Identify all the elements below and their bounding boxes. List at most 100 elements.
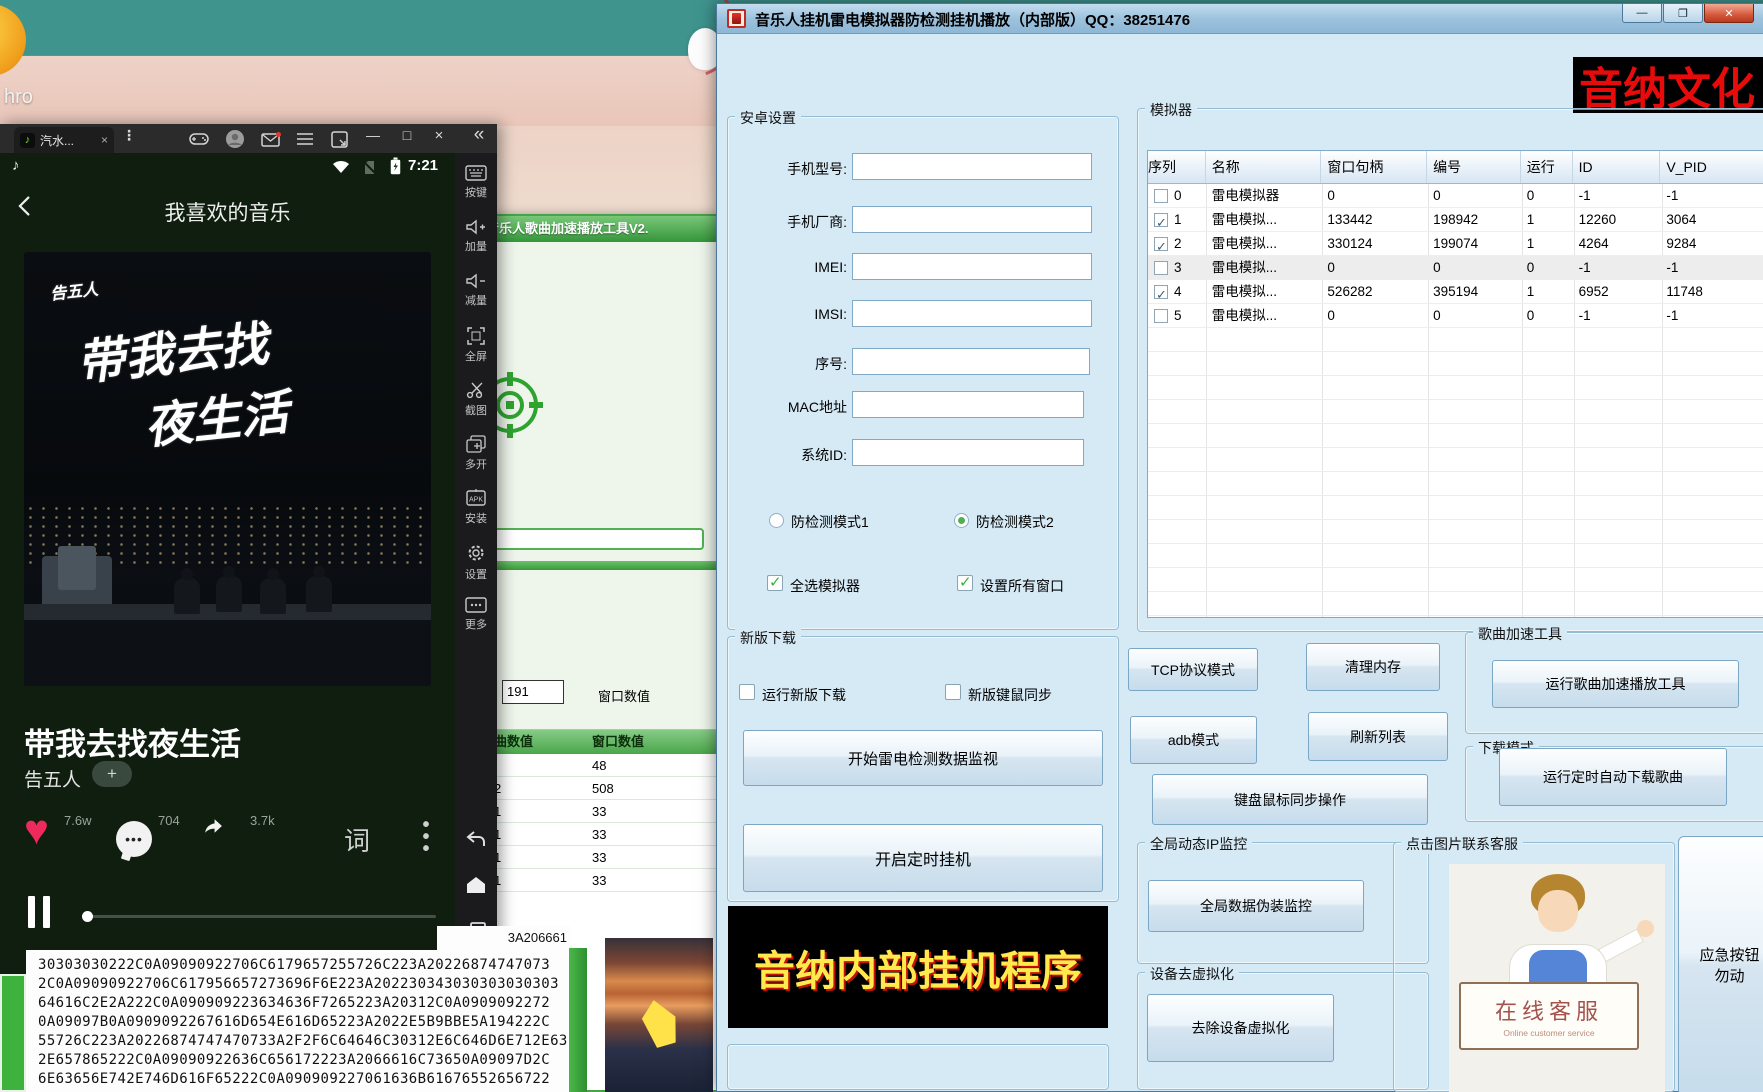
sidebar-item-fullscreen[interactable]: 全屏 — [455, 327, 497, 377]
contact-service-label: 点击图片联系客服 — [1401, 834, 1523, 854]
nav-back-icon[interactable] — [455, 829, 497, 863]
maximize-button[interactable]: ❐ — [1663, 4, 1703, 23]
tab-title: 汽水... — [40, 132, 96, 149]
figure-silhouette — [260, 578, 286, 614]
row-checkbox[interactable] — [1154, 309, 1168, 323]
lyrics-button[interactable]: 词 — [344, 821, 370, 858]
set-all-windows-checkbox[interactable] — [957, 575, 973, 591]
count-input[interactable]: 191 — [502, 680, 564, 704]
run-new-download-label[interactable]: 运行新版下载 — [762, 685, 846, 705]
imei-input[interactable] — [852, 253, 1092, 280]
anti-detect-mode2-label[interactable]: 防检测模式2 — [976, 512, 1054, 532]
artist-name[interactable]: 告五人 — [24, 765, 81, 792]
row-checkbox[interactable] — [1154, 213, 1168, 227]
set-all-windows-label[interactable]: 设置所有窗口 — [980, 576, 1064, 596]
collapse-sidebar-icon[interactable]: « — [468, 124, 490, 146]
select-all-emulators-checkbox[interactable] — [767, 575, 783, 591]
follow-artist-button[interactable]: + — [92, 761, 132, 787]
keymouse-sync-button[interactable]: 键盘鼠标同步操作 — [1152, 774, 1428, 825]
row-checkbox[interactable] — [1154, 261, 1168, 275]
maximize-icon[interactable]: □ — [396, 127, 418, 143]
more-options-icon[interactable]: ••• — [420, 819, 432, 855]
auto-download-button[interactable]: 运行定时自动下载歌曲 — [1499, 748, 1727, 806]
customer-service-image[interactable]: 在线客服 Online customer service — [1449, 864, 1665, 1092]
phone-model-input[interactable] — [852, 153, 1092, 180]
emulator-row-1[interactable]: 1 雷电模拟... 133442 198942 1 12260 3064 — [1148, 208, 1763, 232]
emulator-row-5[interactable]: 5 雷电模拟... 0 0 0 -1 -1 — [1148, 304, 1763, 328]
sidebar-item-multi-instance[interactable]: 多开 — [455, 435, 497, 485]
select-all-emulators-label[interactable]: 全选模拟器 — [790, 576, 860, 596]
main-titlebar[interactable]: 音乐人挂机雷电模拟器防检测挂机播放（内部版）QQ：38251476 — ❐ ✕ — [717, 4, 1763, 34]
row-checkbox[interactable] — [1154, 189, 1168, 203]
serial-input[interactable] — [852, 348, 1090, 375]
hamburger-menu-icon[interactable] — [294, 128, 316, 150]
album-art[interactable]: 告五人 带我去找 夜生活 — [24, 252, 431, 686]
run-song-speed-button[interactable]: 运行歌曲加速播放工具 — [1492, 660, 1739, 708]
green-scrollbar-left[interactable] — [0, 974, 26, 1092]
mac-address-input[interactable] — [852, 391, 1084, 418]
app-tab[interactable]: ♪ 汽水... × — [14, 127, 114, 153]
progress-knob[interactable] — [82, 911, 93, 922]
window-title: 音乐人挂机雷电模拟器防检测挂机播放（内部版）QQ：38251476 — [755, 9, 1190, 30]
emulator-row-0[interactable]: 0 雷电模拟器 0 0 0 -1 -1 — [1148, 184, 1763, 208]
song-speed-label: 歌曲加速工具 — [1473, 624, 1567, 644]
devirtualize-button[interactable]: 去除设备虚拟化 — [1147, 994, 1334, 1062]
hex-dump-window[interactable]: 30303030222C0A09090922706C6179657255726C… — [26, 950, 571, 1092]
sidebar-item-install-apk[interactable]: APK 安装 — [455, 489, 497, 539]
emergency-button[interactable]: 应急按钮 勿动 — [1678, 836, 1763, 1092]
account-avatar-icon[interactable] — [224, 128, 246, 150]
sidebar-item-settings[interactable]: 设置 — [455, 543, 497, 593]
new-keymouse-sync-label[interactable]: 新版键鼠同步 — [968, 685, 1052, 705]
nav-home-icon[interactable] — [455, 875, 497, 909]
comment-icon[interactable]: ••• — [116, 821, 152, 857]
adb-mode-button[interactable]: adb模式 — [1130, 716, 1257, 764]
system-id-label: 系统ID: — [727, 445, 847, 465]
row-checkbox[interactable] — [1154, 285, 1168, 299]
start-timer-hangup-button[interactable]: 开启定时挂机 — [743, 824, 1103, 892]
emulator-table[interactable]: 序列 名称 窗口句柄 编号 运行 ID V_PID 0 雷电模拟器 0 0 0 … — [1147, 150, 1763, 618]
hex-line: 6E63656E742E746D616F65222C0A090909227061… — [26, 1070, 571, 1089]
mail-icon[interactable] — [260, 128, 282, 150]
green-scrollbar-right[interactable] — [569, 948, 587, 1092]
close-button[interactable]: ✕ — [1704, 4, 1754, 23]
anti-detect-mode2-radio[interactable] — [954, 513, 969, 528]
new-keymouse-sync-checkbox[interactable] — [945, 684, 961, 700]
minimize-icon[interactable]: — — [362, 127, 384, 143]
resize-window-icon[interactable] — [328, 128, 350, 150]
start-detect-monitor-button[interactable]: 开始雷电检测数据监视 — [743, 730, 1103, 786]
anti-detect-mode1-radio[interactable] — [769, 513, 784, 528]
sidebar-item-volume-down[interactable]: 减量 — [455, 273, 497, 323]
sidebar-item-screenshot[interactable]: 截图 — [455, 381, 497, 431]
share-icon[interactable] — [202, 815, 224, 837]
song-title: 带我去找夜生活 — [24, 719, 241, 764]
pause-button[interactable] — [28, 896, 52, 928]
close-icon[interactable]: × — [428, 127, 450, 144]
sign-text: 在线客服 — [1461, 994, 1637, 1026]
tab-menu-icon[interactable]: ⋮ — [118, 127, 140, 144]
row-checkbox[interactable] — [1154, 237, 1168, 251]
system-id-input[interactable] — [852, 439, 1084, 466]
sidebar-item-volume-up[interactable]: 加量 — [455, 219, 497, 269]
global-ip-label: 全局动态IP监控 — [1145, 834, 1252, 854]
run-new-download-checkbox[interactable] — [739, 684, 755, 700]
tab-close-icon[interactable]: × — [101, 133, 108, 147]
minimize-button[interactable]: — — [1622, 4, 1662, 23]
sidebar-item-keyboard[interactable]: 按键 — [455, 165, 497, 215]
emulator-tabbar: ♪ 汽水... × ⋮ — □ × « — [0, 124, 497, 153]
refresh-list-button[interactable]: 刷新列表 — [1308, 712, 1448, 761]
like-heart-icon[interactable]: ♥ — [24, 809, 49, 851]
phone-vendor-input[interactable] — [852, 206, 1092, 233]
emulator-row-3[interactable]: 3 雷电模拟... 0 0 0 -1 -1 — [1148, 256, 1763, 280]
clean-memory-button[interactable]: 清理内存 — [1306, 643, 1440, 691]
sidebar-item-more[interactable]: 更多 — [455, 597, 497, 647]
album-script-line2: 夜生活 — [141, 373, 292, 458]
emulator-table-header[interactable]: 序列 名称 窗口句柄 编号 运行 ID V_PID — [1148, 151, 1763, 184]
progress-bar[interactable] — [84, 915, 436, 918]
gamepad-icon[interactable] — [188, 128, 210, 150]
global-data-monitor-button[interactable]: 全局数据伪装监控 — [1148, 880, 1364, 932]
anti-detect-mode1-label[interactable]: 防检测模式1 — [791, 512, 869, 532]
emulator-row-2[interactable]: 2 雷电模拟... 330124 199074 1 4264 9284 — [1148, 232, 1763, 256]
tcp-mode-button[interactable]: TCP协议模式 — [1128, 648, 1258, 691]
imsi-input[interactable] — [852, 300, 1092, 327]
emulator-row-4[interactable]: 4 雷电模拟... 526282 395194 1 6952 11748 — [1148, 280, 1763, 304]
